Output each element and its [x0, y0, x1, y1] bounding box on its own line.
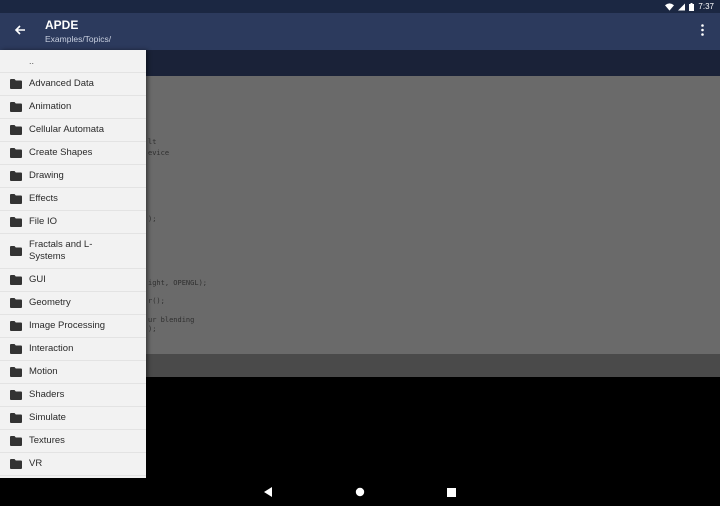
- drawer-item[interactable]: Image Processing: [0, 315, 146, 338]
- folder-icon: [10, 171, 22, 181]
- drawer-item[interactable]: Create Shapes: [0, 142, 146, 165]
- folder-icon: [10, 275, 22, 285]
- status-icons: 7:37: [665, 2, 714, 11]
- square-recents-icon: [446, 484, 456, 502]
- drawer-item[interactable]: Textures: [0, 430, 146, 453]
- drawer-item[interactable]: Motion: [0, 361, 146, 384]
- drawer-item-label: Animation: [29, 101, 72, 112]
- drawer-item[interactable]: Effects: [0, 188, 146, 211]
- drawer-item-label: Textures: [29, 435, 65, 446]
- app-bar: APDE Examples/Topics/: [0, 13, 720, 50]
- drawer-item[interactable]: Animation: [0, 96, 146, 119]
- back-arrow-icon: [14, 23, 26, 41]
- folder-icon: [10, 298, 22, 308]
- code-line: );: [148, 325, 157, 333]
- parent-directory-label: ..: [29, 56, 35, 66]
- folder-icon: [10, 436, 22, 446]
- folder-icon: [10, 246, 22, 256]
- signal-icon: [678, 3, 686, 11]
- drawer-item[interactable]: VR: [0, 453, 146, 476]
- folder-icon: [10, 125, 22, 135]
- status-time: 7:37: [698, 2, 714, 11]
- drawer-item[interactable]: GUI: [0, 269, 146, 292]
- drawer-item-label: Image Processing: [29, 320, 106, 331]
- nav-home-button[interactable]: [354, 487, 366, 499]
- folder-icon: [10, 459, 22, 469]
- current-path: Examples/Topics/: [45, 34, 112, 44]
- folder-icon: [10, 390, 22, 400]
- nav-back-button[interactable]: [262, 487, 274, 499]
- drawer-item[interactable]: Shaders: [0, 384, 146, 407]
- drawer-item-label: Fractals and L- Systems: [29, 239, 93, 262]
- app-title: APDE: [45, 18, 79, 32]
- drawer-item-label: Create Shapes: [29, 147, 93, 158]
- triangle-back-icon: [263, 484, 273, 502]
- folder-icon: [10, 367, 22, 377]
- drawer-item[interactable]: Geometry: [0, 292, 146, 315]
- drawer-item-label: Effects: [29, 193, 58, 204]
- code-line: lt: [148, 138, 157, 146]
- folder-icon: [10, 413, 22, 423]
- drawer-item-label: Cellular Automata: [29, 124, 104, 135]
- drawer-item-label: Drawing: [29, 170, 64, 181]
- drawer-item[interactable]: Cellular Automata: [0, 119, 146, 142]
- wifi-icon: [665, 2, 675, 11]
- code-line: );: [148, 215, 157, 223]
- drawer-item-label: GUI: [29, 274, 46, 285]
- parent-directory-item[interactable]: ..: [0, 50, 146, 73]
- drawer-item-label: Geometry: [29, 297, 71, 308]
- drawer-item[interactable]: Advanced Data: [0, 73, 146, 96]
- back-button[interactable]: [10, 22, 30, 42]
- circle-home-icon: [355, 484, 365, 502]
- status-bar: 7:37: [0, 0, 720, 13]
- nav-recents-button[interactable]: [445, 487, 457, 499]
- folder-icon: [10, 148, 22, 158]
- drawer-item[interactable]: Interaction: [0, 338, 146, 361]
- drawer-item-label: Advanced Data: [29, 78, 94, 89]
- drawer-item-label: Motion: [29, 366, 58, 377]
- drawer-item-label: VR: [29, 458, 43, 469]
- code-line: r();: [148, 297, 165, 305]
- code-line: evice: [148, 149, 170, 157]
- folder-icon: [10, 102, 22, 112]
- more-vert-icon: [700, 23, 704, 41]
- file-drawer: .. Advanced Data Animation Cellular Automa…: [0, 50, 146, 478]
- battery-icon: [689, 2, 695, 11]
- drawer-item-label: Interaction: [29, 343, 74, 354]
- folder-icon: [10, 194, 22, 204]
- folder-icon: [10, 79, 22, 89]
- folder-icon: [10, 321, 22, 331]
- code-line: ur blending: [148, 316, 195, 324]
- drawer-item[interactable]: Fractals and L- Systems: [0, 234, 146, 269]
- system-navigation-bar: [0, 480, 720, 506]
- drawer-item[interactable]: File IO: [0, 211, 146, 234]
- drawer-item[interactable]: Simulate: [0, 407, 146, 430]
- drawer-item[interactable]: Drawing: [0, 165, 146, 188]
- drawer-item-label: Shaders: [29, 389, 65, 400]
- code-line: ight, OPENGL);: [148, 279, 208, 287]
- drawer-item-label: Simulate: [29, 412, 66, 423]
- overflow-menu-button[interactable]: [694, 23, 710, 41]
- folder-icon: [10, 217, 22, 227]
- drawer-item-label: File IO: [29, 216, 57, 227]
- folder-icon: [10, 344, 22, 354]
